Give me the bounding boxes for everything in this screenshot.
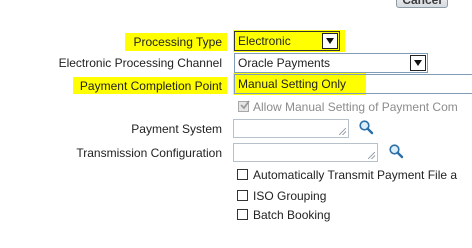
allow-manual-checkbox[interactable] xyxy=(238,100,250,112)
chevron-down-icon[interactable] xyxy=(410,55,426,71)
completion-point-field[interactable]: Manual Setting Only xyxy=(234,74,472,94)
chevron-down-icon[interactable] xyxy=(322,33,338,49)
iso-grouping-checkbox[interactable] xyxy=(237,190,248,201)
transmission-config-input[interactable] xyxy=(233,143,378,162)
completion-point-value: Manual Setting Only xyxy=(238,77,347,91)
processing-channel-value: Oracle Payments xyxy=(238,56,331,70)
completion-point-label: Payment Completion Point xyxy=(79,79,222,93)
auto-transmit-checkbox[interactable] xyxy=(237,169,248,180)
processing-channel-label: Electronic Processing Channel xyxy=(58,56,222,70)
resize-grip-icon[interactable] xyxy=(339,128,346,135)
allow-manual-label: Allow Manual Setting of Payment Com xyxy=(253,100,458,114)
iso-grouping-label: ISO Grouping xyxy=(253,189,327,203)
cancel-button[interactable]: Cancel xyxy=(396,0,448,8)
payment-system-input[interactable] xyxy=(233,119,349,138)
batch-booking-checkbox[interactable] xyxy=(237,209,248,220)
resize-grip-icon[interactable] xyxy=(368,152,375,159)
processing-type-select[interactable]: Electronic xyxy=(234,31,340,51)
batch-booking-label: Batch Booking xyxy=(253,208,331,222)
search-icon[interactable] xyxy=(388,143,404,159)
processing-type-label: Processing Type xyxy=(133,35,223,49)
payment-system-label: Payment System xyxy=(131,122,222,136)
processing-type-value: Electronic xyxy=(238,34,291,48)
processing-channel-select[interactable]: Oracle Payments xyxy=(234,53,428,73)
auto-transmit-label: Automatically Transmit Payment File a xyxy=(253,168,458,182)
search-icon[interactable] xyxy=(358,119,374,135)
transmission-config-label: Transmission Configuration xyxy=(76,146,222,160)
payment-settings-form: Cancel Processing Type Electronic Electr… xyxy=(0,0,472,248)
check-icon xyxy=(240,100,250,110)
